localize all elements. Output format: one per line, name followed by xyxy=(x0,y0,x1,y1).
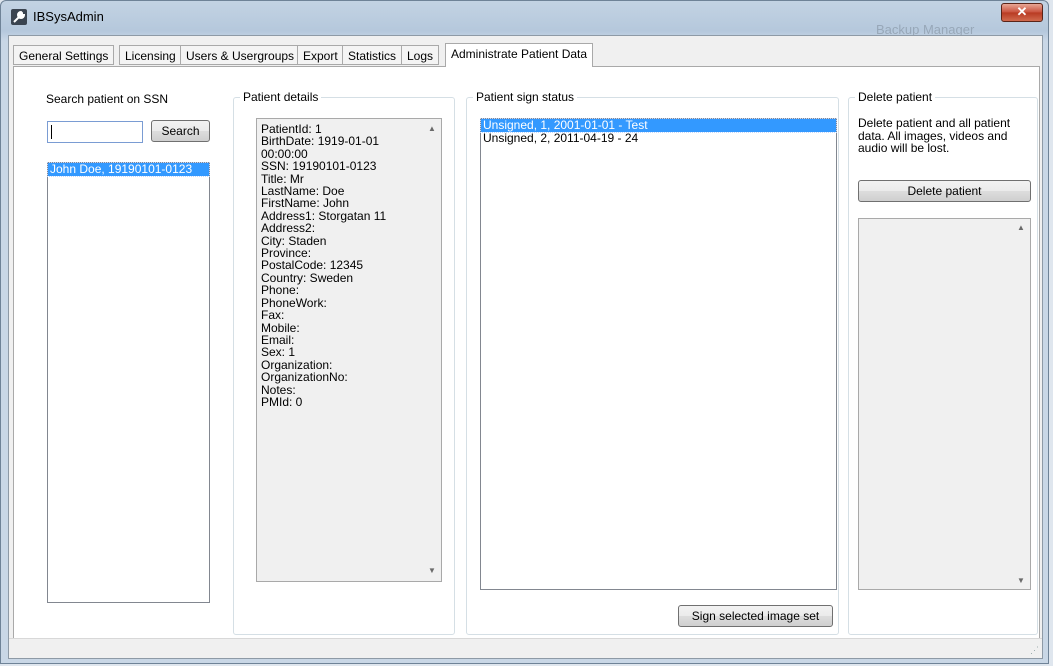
list-item[interactable]: John Doe, 19190101-0123 xyxy=(47,162,210,177)
sign-status-title: Patient sign status xyxy=(473,90,578,104)
tab-licensing[interactable]: Licensing xyxy=(119,45,182,65)
detail-line: OrganizationNo: xyxy=(261,370,348,385)
tab-statistics[interactable]: Statistics xyxy=(342,45,403,65)
delete-patient-group: Delete patient Delete patient and all pa… xyxy=(848,90,1038,635)
tab-general-settings[interactable]: General Settings xyxy=(13,45,115,65)
scroll-up-icon[interactable]: ▲ xyxy=(1013,223,1029,232)
close-icon: ✕ xyxy=(1016,4,1028,19)
patient-details-textbox[interactable]: PatientId: 1 BirthDate: 1919-01-01 00:00… xyxy=(256,118,442,582)
detail-line: PMId: 0 xyxy=(261,394,303,409)
detail-line: PhoneWork: xyxy=(261,295,327,310)
detail-line: Address2: xyxy=(261,221,316,236)
detail-line: Sex: 1 xyxy=(261,345,296,360)
list-item[interactable]: Unsigned, 2, 2011-04-19 - 24 xyxy=(481,132,836,145)
tab-administrate-patient-data[interactable]: Administrate Patient Data xyxy=(445,43,594,67)
detail-line: PostalCode: 12345 xyxy=(261,258,364,273)
patient-details-title: Patient details xyxy=(240,90,322,104)
scroll-up-icon[interactable]: ▲ xyxy=(424,123,440,135)
delete-patient-title: Delete patient xyxy=(855,90,936,104)
status-bar: ⋰ xyxy=(9,638,1042,658)
scroll-down-icon[interactable]: ▼ xyxy=(424,565,440,577)
detail-line: BirthDate: 1919-01-01 xyxy=(261,134,380,149)
details-scrollbar[interactable]: ▲ ▼ xyxy=(424,119,441,581)
detail-line: SSN: 19190101-0123 xyxy=(261,159,377,174)
image-set-list[interactable]: Unsigned, 1, 2001-01-01 - Test Unsigned,… xyxy=(480,118,837,590)
application-window: IBSysAdmin Backup Manager ✕ General Sett… xyxy=(0,0,1049,664)
close-button[interactable]: ✕ xyxy=(1001,3,1043,22)
client-area: General Settings Licensing Users & Userg… xyxy=(8,35,1043,659)
sign-image-set-button[interactable]: Sign selected image set xyxy=(678,605,833,627)
search-label: Search patient on SSN xyxy=(46,92,169,106)
sign-status-group: Patient sign status Unsigned, 1, 2001-01… xyxy=(466,90,839,635)
delete-info-scrollbar[interactable]: ▲ ▼ xyxy=(1013,219,1030,589)
patient-details-group: Patient details PatientId: 1 BirthDate: … xyxy=(233,90,455,635)
scroll-down-icon[interactable]: ▼ xyxy=(1013,576,1029,585)
title-bar[interactable]: IBSysAdmin Backup Manager ✕ xyxy=(1,1,1048,37)
detail-line: FirstName: John xyxy=(261,196,350,211)
delete-patient-button[interactable]: Delete patient xyxy=(858,180,1031,202)
delete-info-box[interactable]: ▲ ▼ xyxy=(858,218,1031,590)
detail-line: Fax: xyxy=(261,308,285,323)
tab-users-usergroups[interactable]: Users & Usergroups xyxy=(180,45,301,65)
app-wrench-icon xyxy=(11,9,27,25)
window-title: IBSysAdmin xyxy=(33,9,104,24)
resize-grip-icon[interactable]: ⋰ xyxy=(1030,645,1039,656)
delete-description: Delete patient and all patient data. All… xyxy=(858,116,1011,155)
search-button[interactable]: Search xyxy=(151,120,210,142)
ssn-search-input[interactable] xyxy=(47,121,143,143)
tab-logs[interactable]: Logs xyxy=(401,45,440,65)
patient-results-list[interactable]: John Doe, 19190101-0123 xyxy=(47,162,210,603)
tab-export[interactable]: Export xyxy=(297,45,344,65)
detail-line: Phone: xyxy=(261,283,300,298)
tab-page-administrate-patient-data: Search patient on SSN Search John Doe, 1… xyxy=(13,66,1040,639)
